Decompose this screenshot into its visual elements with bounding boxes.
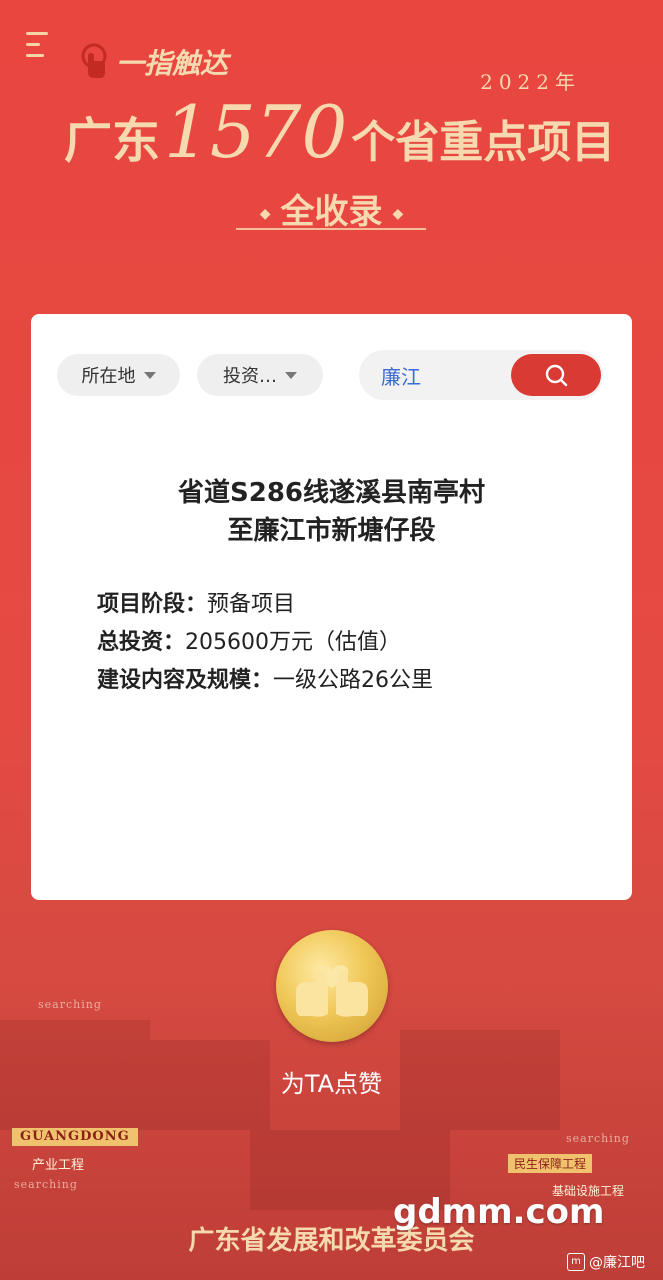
dropdown-arrow-icon <box>143 371 156 379</box>
weibo-handle: @廉江吧 <box>589 1255 645 1271</box>
like-label: 为TA点赞 <box>280 1070 383 1098</box>
project-card: 所在地 投资… 省道S286线遂溪县南亭村 至廉江市新塘仔段 项目阶段：预备项目… <box>31 314 632 900</box>
weibo-attribution: m @廉江吧 <box>567 1252 645 1272</box>
title-prefix: 广东 <box>64 113 161 169</box>
subtitle: ◆ 全收录 ◆ <box>0 184 663 233</box>
guangdong-badge: GUANGDONG <box>12 1128 138 1146</box>
investment-label: 总投资： <box>97 630 186 655</box>
search-input[interactable] <box>359 350 509 400</box>
investment-filter[interactable]: 投资… <box>197 354 323 396</box>
title-suffix: 个省重点项目 <box>351 117 616 168</box>
stage-label: 项目阶段： <box>97 592 208 617</box>
investment-filter-label: 投资… <box>223 366 277 387</box>
subtitle-text: 全收录 <box>280 192 383 232</box>
scope-label: 建设内容及规模： <box>97 668 274 693</box>
searching-text: searching <box>566 1132 630 1145</box>
location-filter-label: 所在地 <box>81 366 136 387</box>
title-number: 1570 <box>164 90 348 174</box>
industry-tag: 产业工程 <box>32 1158 85 1173</box>
stage-row: 项目阶段：预备项目 <box>97 586 617 624</box>
project-title: 省道S286线遂溪县南亭村 至廉江市新塘仔段 <box>31 474 632 550</box>
search-button[interactable] <box>511 354 601 396</box>
search-icon <box>545 364 568 387</box>
subtitle-underline <box>236 228 426 230</box>
dropdown-arrow-icon <box>285 371 297 379</box>
brand-text: 一指触达 <box>116 47 229 80</box>
finger-touch-icon <box>81 43 107 78</box>
brand: 一指触达 <box>72 42 228 82</box>
thumbs-up-heart-icon <box>296 965 368 1017</box>
diamond-icon: ◆ <box>392 206 404 222</box>
project-details: 项目阶段：预备项目 总投资：205600万元（估值） 建设内容及规模：一级公路2… <box>97 586 617 700</box>
location-filter[interactable]: 所在地 <box>57 354 180 396</box>
weibo-icon: m <box>567 1253 585 1271</box>
diamond-icon: ◆ <box>259 206 271 222</box>
project-title-line2: 至廉江市新塘仔段 <box>227 516 436 546</box>
investment-value: 205600万元（估值） <box>185 630 401 655</box>
scope-value: 一级公路26公里 <box>273 668 434 693</box>
searching-text: searching <box>38 998 102 1011</box>
investment-row: 总投资：205600万元（估值） <box>97 624 617 662</box>
project-title-line1: 省道S286线遂溪县南亭村 <box>178 478 485 508</box>
scope-row: 建设内容及规模：一级公路26公里 <box>97 662 617 700</box>
search-box <box>359 350 603 400</box>
stage-value: 预备项目 <box>207 592 296 617</box>
searching-text: searching <box>14 1178 78 1191</box>
page-title: 广东 1570 个省重点项目 <box>64 96 624 171</box>
minsheng-tag: 民生保障工程 <box>508 1154 593 1173</box>
watermark: gdmm.com <box>393 1192 605 1232</box>
menu-icon[interactable] <box>26 32 48 62</box>
like-button[interactable] <box>276 930 388 1042</box>
year-label: 2022年 <box>480 70 581 94</box>
